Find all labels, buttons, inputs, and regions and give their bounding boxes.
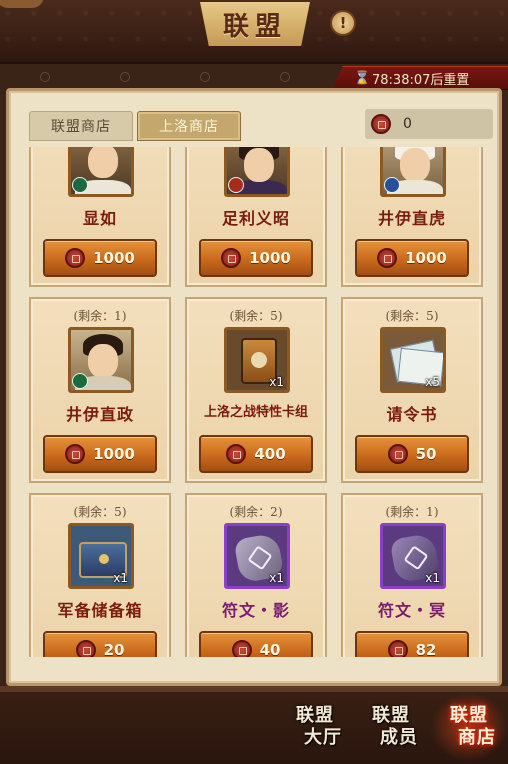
coin-icon <box>387 640 408 657</box>
item-name: 井伊直虎 <box>377 209 446 228</box>
item-quantity: x1 <box>269 571 284 585</box>
hourglass-icon: ⌛ <box>354 71 371 86</box>
tab-alliance-shop[interactable]: 联盟商店 <box>29 111 133 141</box>
item-frame: x5 <box>380 327 446 393</box>
stock-remaining: (剩余：1) <box>73 309 127 323</box>
item-card[interactable]: (剩余：2) x1 符文・影 40 <box>185 493 327 657</box>
buy-button[interactable]: 82 <box>355 631 469 657</box>
buy-button[interactable]: 50 <box>355 435 469 473</box>
stock-remaining: (剩余：2) <box>229 505 283 519</box>
nav-label: 商店 <box>458 727 496 748</box>
top-bar: 联盟 ! <box>0 0 508 64</box>
nav-label: 大厅 <box>304 727 342 748</box>
stock-remaining: (剩余：1) <box>385 505 439 519</box>
nav-label: 联盟 <box>450 705 488 726</box>
item-price: 40 <box>259 641 281 657</box>
item-price: 1000 <box>93 445 135 463</box>
item-card[interactable]: (剩余：5) x1 军备储备箱 20 <box>29 493 171 657</box>
reset-timer: ⌛ 78:38:07后重置 <box>332 66 508 90</box>
item-card[interactable]: (剩余：5) x5 请令书 50 <box>341 297 483 483</box>
item-name: 请令书 <box>386 405 438 424</box>
nav-alliance-hall[interactable]: 联盟 大厅 <box>276 692 354 762</box>
nav-label: 联盟 <box>296 705 334 726</box>
item-frame: x1 <box>224 327 290 393</box>
item-grid[interactable]: 显如 1000 足利义昭 1000 井伊直虎 1000 (剩余：1) 井伊直政 … <box>25 147 489 657</box>
buy-button[interactable]: 400 <box>199 435 313 473</box>
bottom-nav: 联盟 大厅 联盟 成员 联盟 商店 <box>0 686 508 764</box>
tab-shanglo-shop[interactable]: 上洛商店 <box>137 111 241 141</box>
header-ornament <box>0 66 330 88</box>
item-quantity: x5 <box>425 375 440 389</box>
item-quantity: x1 <box>425 571 440 585</box>
exclamation-icon[interactable]: ! <box>330 10 356 36</box>
stock-remaining: (剩余：5) <box>229 309 283 323</box>
buy-button[interactable]: 1000 <box>355 239 469 277</box>
reset-timer-text: 78:38:07后重置 <box>372 72 470 88</box>
coin-icon <box>75 640 96 657</box>
item-card[interactable]: 足利义昭 1000 <box>185 147 327 287</box>
portrait-icon <box>71 330 131 390</box>
item-card[interactable]: (剩余：1) x1 符文・冥 82 <box>341 493 483 657</box>
buy-button[interactable]: 1000 <box>43 239 157 277</box>
item-frame <box>224 147 290 197</box>
coin-icon <box>226 444 247 464</box>
portrait-icon <box>383 147 443 194</box>
currency-display: 0 <box>365 109 493 139</box>
coin-icon <box>65 444 86 464</box>
item-price: 50 <box>415 445 437 463</box>
item-frame: x1 <box>224 523 290 589</box>
item-frame <box>380 147 446 197</box>
buy-button[interactable]: 40 <box>199 631 313 657</box>
coin-icon <box>371 114 391 134</box>
item-name: 井伊直政 <box>65 405 134 424</box>
item-price: 20 <box>103 641 125 657</box>
item-quantity: x1 <box>269 375 284 389</box>
buy-button[interactable]: 20 <box>43 631 157 657</box>
item-price: 1000 <box>93 249 135 267</box>
coin-icon <box>387 444 408 464</box>
coin-icon <box>65 248 86 268</box>
item-card[interactable]: (剩余：1) 井伊直政 1000 <box>29 297 171 483</box>
item-name: 军备储备箱 <box>57 601 143 620</box>
item-price: 1000 <box>249 249 291 267</box>
item-frame <box>68 147 134 197</box>
item-price: 82 <box>415 641 437 657</box>
item-frame: x1 <box>68 523 134 589</box>
item-frame: x1 <box>380 523 446 589</box>
coin-icon <box>231 640 252 657</box>
buy-button[interactable]: 1000 <box>199 239 313 277</box>
item-card[interactable]: 显如 1000 <box>29 147 171 287</box>
item-name: 符文・影 <box>221 601 290 620</box>
item-name: 显如 <box>82 209 117 228</box>
item-card[interactable]: (剩余：5) x1 上洛之战特性卡组 400 <box>185 297 327 483</box>
nav-label: 成员 <box>380 727 418 748</box>
stock-remaining: (剩余：5) <box>73 505 127 519</box>
item-name: 足利义昭 <box>221 209 290 228</box>
item-frame <box>68 327 134 393</box>
coin-icon <box>221 248 242 268</box>
portrait-icon <box>227 147 287 194</box>
page-title: 联盟 <box>222 11 287 42</box>
stock-remaining: (剩余：5) <box>385 309 439 323</box>
item-quantity: x1 <box>113 571 128 585</box>
portrait-icon <box>71 147 131 194</box>
item-price: 400 <box>254 445 286 463</box>
item-price: 1000 <box>405 249 447 267</box>
title-plate: 联盟 <box>200 2 310 46</box>
nav-alliance-shop[interactable]: 联盟 商店 <box>430 692 508 762</box>
coin-icon <box>377 248 398 268</box>
shop-panel: 联盟商店 上洛商店 0 显如 1000 足利义昭 1000 井伊直虎 1000 … <box>6 88 502 686</box>
nav-alliance-members[interactable]: 联盟 成员 <box>352 692 430 762</box>
currency-amount: 0 <box>403 116 412 132</box>
item-name: 符文・冥 <box>377 601 446 620</box>
item-name: 上洛之战特性卡组 <box>203 405 308 420</box>
nav-label: 联盟 <box>372 705 410 726</box>
buy-button[interactable]: 1000 <box>43 435 157 473</box>
item-card[interactable]: 井伊直虎 1000 <box>341 147 483 287</box>
